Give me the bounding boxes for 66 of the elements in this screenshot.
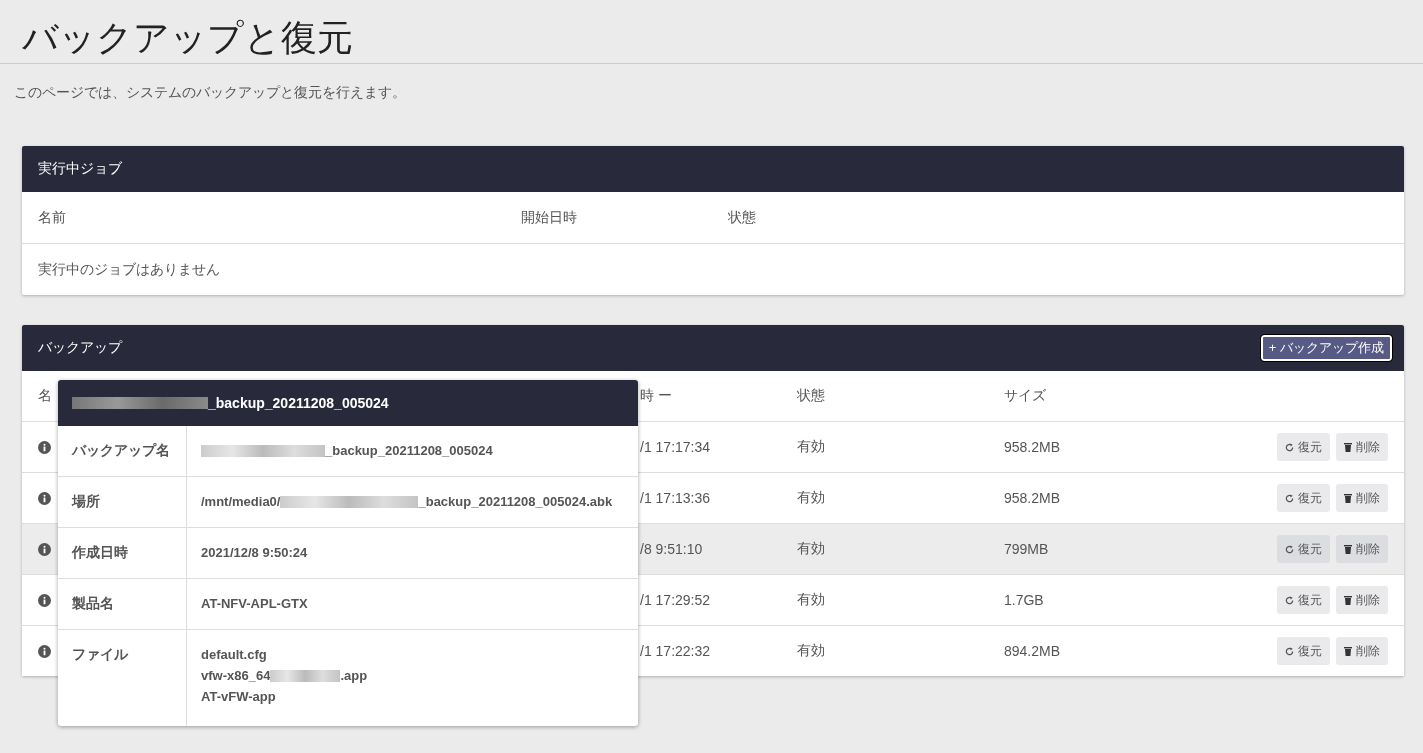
trash-icon (1344, 595, 1352, 605)
info-icon[interactable] (38, 593, 51, 607)
delete-button[interactable]: 削除 (1336, 586, 1388, 614)
table-cell: 有効 (797, 438, 825, 456)
table-cell: 799MB (1004, 541, 1049, 557)
field-value: 2021/12/8 9:50:24 (201, 544, 308, 562)
restore-button[interactable]: 復元 (1277, 433, 1330, 461)
column-header: 状態 (728, 208, 757, 227)
field-value: AT-NFV-APL-GTX (201, 595, 308, 613)
table-cell: /1 17:17:34 (640, 439, 711, 455)
table-cell: 有効 (797, 540, 825, 558)
restore-button[interactable]: 復元 (1277, 484, 1330, 512)
table-cell: 894.2MB (1004, 643, 1061, 659)
trash-icon (1344, 646, 1352, 656)
refresh-icon (1285, 595, 1294, 605)
page-description: このページでは、システムのバックアップと復元を行えます。 (14, 84, 406, 102)
delete-button[interactable]: 削除 (1336, 484, 1388, 512)
table-cell: 有効 (797, 642, 825, 660)
restore-button[interactable]: 復元 (1277, 586, 1330, 614)
trash-icon (1344, 442, 1352, 452)
restore-button[interactable]: 復元 (1277, 637, 1330, 665)
info-icon[interactable] (38, 440, 51, 454)
refresh-icon (1285, 493, 1294, 503)
table-cell: /1 17:13:36 (640, 490, 711, 506)
info-icon[interactable] (38, 542, 51, 556)
field-label: 作成日時 (72, 544, 128, 560)
column-header: サイズ (1004, 387, 1046, 405)
column-header: 時 ー (640, 387, 672, 405)
restore-button[interactable]: 復元 (1277, 535, 1330, 563)
table-cell: /1 17:29:52 (640, 592, 711, 608)
table-cell: 958.2MB (1004, 490, 1061, 506)
popover-title: _backup_20211208_005024 (208, 395, 389, 411)
create-backup-button[interactable]: + バックアップ作成 (1260, 335, 1392, 361)
refresh-icon (1285, 442, 1294, 452)
delete-button[interactable]: 削除 (1336, 433, 1388, 461)
field-value: _backup_20211208_005024.abk (418, 493, 613, 511)
field-value: default.cfg (201, 646, 267, 664)
table-cell: 958.2MB (1004, 439, 1061, 455)
empty-message: 実行中のジョブはありません (38, 260, 220, 279)
card-title: バックアップ (38, 339, 122, 357)
field-value: _backup_20211208_005024 (325, 442, 493, 460)
trash-icon (1344, 544, 1352, 554)
delete-button[interactable]: 削除 (1336, 535, 1388, 563)
column-header: 名前 (38, 208, 67, 227)
table-cell: 1.7GB (1004, 592, 1044, 608)
field-label: バックアップ名 (72, 442, 170, 458)
table-cell: 有効 (797, 489, 825, 507)
delete-button[interactable]: 削除 (1336, 637, 1388, 665)
column-header: 状態 (797, 387, 825, 405)
table-cell: 有効 (797, 591, 825, 609)
page-title: バックアップと復元 (22, 16, 354, 60)
card-title: 実行中ジョブ (38, 160, 122, 178)
field-label: 製品名 (72, 595, 114, 611)
table-cell: /8 9:51:10 (640, 541, 703, 557)
column-header: 開始日時 (521, 208, 578, 227)
column-header: 名 (38, 387, 52, 405)
table-cell: /1 17:22:32 (640, 643, 711, 659)
trash-icon (1344, 493, 1352, 503)
field-value: AT-vFW-app (201, 688, 276, 706)
info-icon[interactable] (38, 491, 51, 505)
refresh-icon (1285, 646, 1294, 656)
info-icon[interactable] (38, 644, 51, 658)
field-label: 場所 (72, 493, 100, 509)
refresh-icon (1285, 544, 1294, 554)
field-label: ファイル (72, 646, 128, 662)
field-value: /mnt/media0/ (201, 493, 281, 511)
